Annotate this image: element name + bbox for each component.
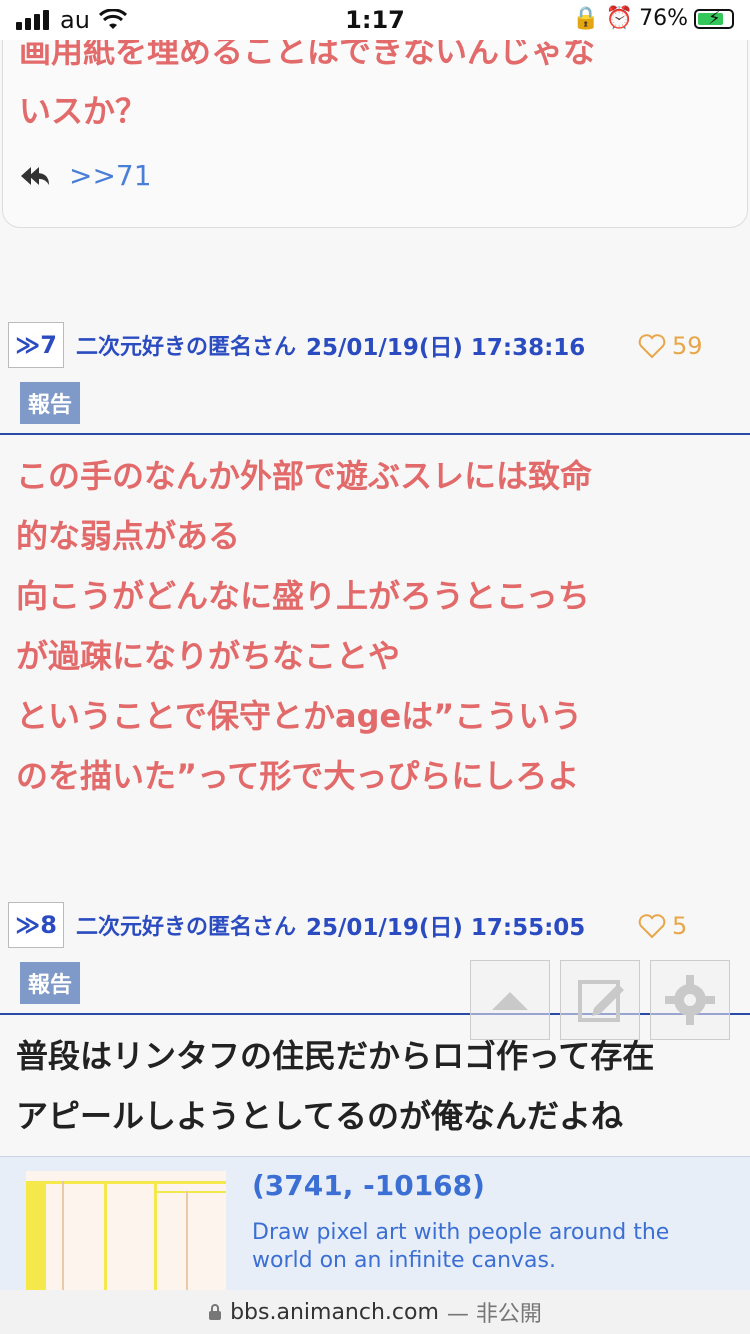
like-count: 5 <box>672 912 688 940</box>
post-header-8: ≫8 二次元好きの匿名さん 25/01/19(日) 17:55:05 <box>8 902 585 948</box>
reply-row: >>71 <box>19 159 152 192</box>
heart-icon <box>638 914 666 939</box>
post-line: この手のなんか外部で遊ぶスレには致命 <box>16 457 593 495</box>
reply-link[interactable]: >>71 <box>69 159 152 192</box>
post-line: のを描いた”って形で大っぴらにしろよ <box>16 757 580 795</box>
gear-icon <box>665 975 715 1025</box>
post-header-7: ≫7 二次元好きの匿名さん 25/01/19(日) 17:38:16 <box>8 322 585 368</box>
post-line: 的な弱点がある <box>16 517 241 555</box>
post-line: が過疎になりがちなことや <box>16 637 401 675</box>
battery-percent: 76% <box>639 6 688 31</box>
alarm-icon: ⏰ <box>605 6 634 31</box>
orientation-lock-icon: 🔒 <box>572 6 600 31</box>
post-line: いスか？ <box>19 92 148 130</box>
like-button[interactable]: 5 <box>638 912 687 940</box>
post-line: ということで保守とかageは”こういう <box>16 697 583 735</box>
status-right: 🔒 ⏰ 76% ⚡ <box>572 6 734 31</box>
like-button[interactable]: 59 <box>638 332 703 360</box>
floating-actions <box>470 960 730 1040</box>
settings-button[interactable] <box>650 960 730 1040</box>
battery-icon: ⚡ <box>694 8 734 29</box>
heart-icon <box>638 334 666 359</box>
lock-icon <box>209 1304 222 1320</box>
thread-content: 画用紙を埋めることはできないんじゃな いスか？ >>71 ≫7 二次元好きの匿名… <box>0 40 750 1290</box>
post-card-previous: 画用紙を埋めることはできないんじゃな いスか？ >>71 <box>2 40 748 228</box>
arrow-up-icon <box>492 992 528 1010</box>
edit-icon <box>578 980 624 1022</box>
ad-title[interactable]: (3741, -10168) <box>252 1169 485 1202</box>
post-date: 25/01/19(日) 17:38:16 <box>306 335 586 361</box>
post-date: 25/01/19(日) 17:55:05 <box>306 915 586 941</box>
ad-description: Draw pixel art with people around the wo… <box>252 1220 670 1273</box>
post-divider <box>0 433 750 435</box>
post-body-previous: 画用紙を埋めることはできないんじゃな いスか？ <box>3 40 747 141</box>
post-line: 普段はリンタフの住民だからロゴ作って存在 <box>16 1037 655 1075</box>
reply-all-icon[interactable] <box>19 165 51 187</box>
url-domain: bbs.animanch.com <box>230 1299 439 1325</box>
url-bar[interactable]: bbs.animanch.com — 非公開 <box>0 1290 750 1334</box>
scroll-top-button[interactable] <box>470 960 550 1040</box>
ad-banner[interactable]: (3741, -10168) Draw pixel art with peopl… <box>0 1156 750 1290</box>
privacy-label: — 非公開 <box>446 1302 542 1327</box>
post-line: アピールしようとしてるのが俺なんだよね <box>16 1097 624 1135</box>
poster-name: 二次元好きの匿名さん <box>76 335 297 360</box>
report-button[interactable]: 報告 <box>20 962 80 1004</box>
ad-thumbnail <box>26 1171 226 1290</box>
post-number-button[interactable]: ≫8 <box>8 902 64 948</box>
poster-name: 二次元好きの匿名さん <box>76 915 297 940</box>
post-number-button[interactable]: ≫7 <box>8 322 64 368</box>
post-body-7: この手のなんか外部で遊ぶスレには致命 的な弱点がある 向こうがどんなに盛り上がろ… <box>0 446 592 806</box>
status-bar: au 1:17 🔒 ⏰ 76% ⚡ <box>0 0 750 40</box>
compose-button[interactable] <box>560 960 640 1040</box>
report-button[interactable]: 報告 <box>20 382 80 424</box>
post-body-8: 普段はリンタフの住民だからロゴ作って存在 アピールしようとしてるのが俺なんだよね <box>0 1026 654 1146</box>
post-line: 向こうがどんなに盛り上がろうとこっち <box>16 577 590 615</box>
post-line: 画用紙を埋めることはできないんじゃな <box>19 40 596 70</box>
like-count: 59 <box>672 332 703 360</box>
